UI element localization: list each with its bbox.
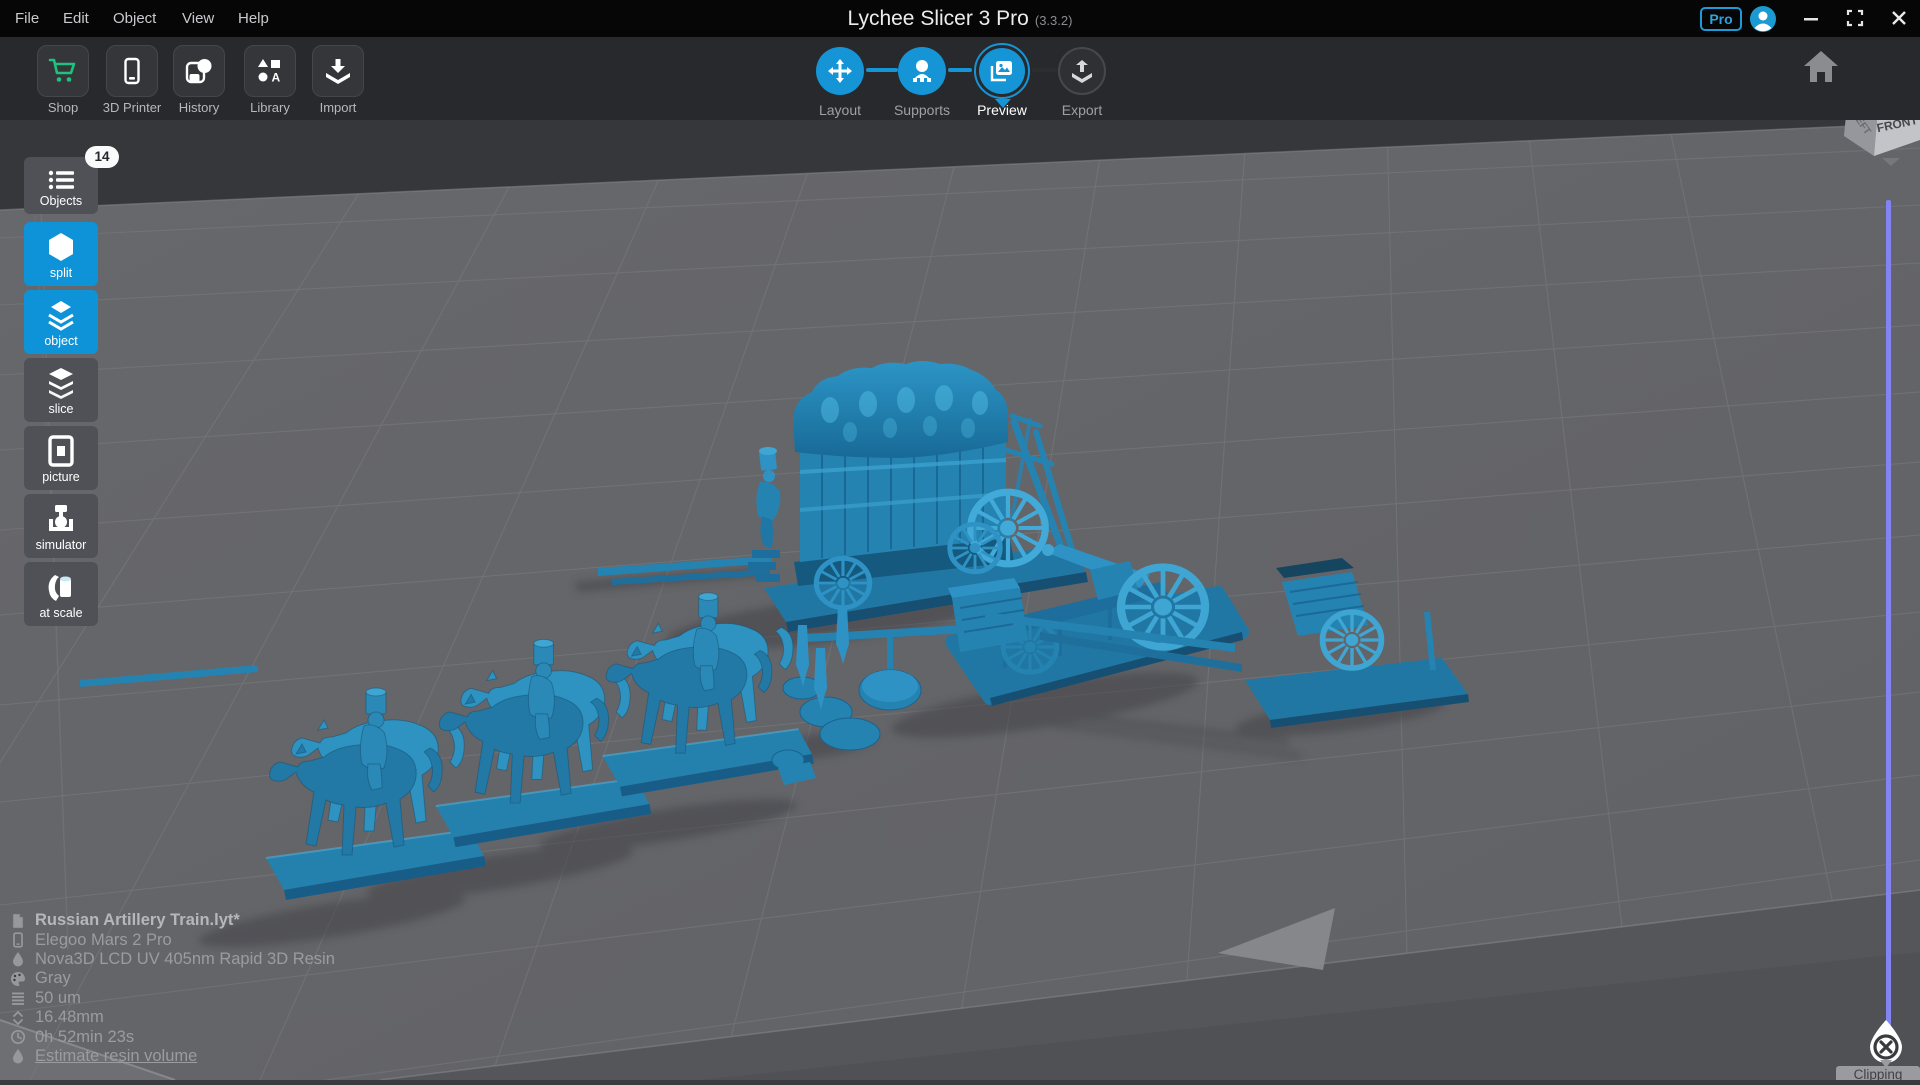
resin-icon <box>10 951 26 967</box>
tool-simulator-label: simulator <box>36 538 87 552</box>
shop-button[interactable] <box>37 45 89 97</box>
tool-split-label: split <box>50 266 72 280</box>
split-icon <box>46 231 76 263</box>
tool-slice-label: slice <box>48 402 73 416</box>
objects-label: Objects <box>40 194 82 208</box>
step-export-label: Export <box>1032 102 1132 118</box>
step-preview[interactable] <box>979 48 1025 94</box>
clipping-tooltip: Clipping <box>1836 1066 1920 1080</box>
title-bar: File Edit Object View Help Lychee Slicer… <box>0 0 1920 37</box>
tool-picture[interactable]: picture <box>24 426 98 490</box>
printer-icon <box>117 56 147 86</box>
objects-count-badge: 14 <box>85 146 119 168</box>
tool-picture-label: picture <box>42 470 80 484</box>
svg-text:A: A <box>272 71 281 85</box>
tool-object-label: object <box>44 334 77 348</box>
slice-icon <box>45 367 77 399</box>
objects-list-icon <box>48 169 74 191</box>
maximize-button[interactable] <box>1840 4 1870 32</box>
picture-icon <box>48 435 74 467</box>
print-time: 0h 52min 23s <box>35 1028 134 1047</box>
tool-at-scale-label: at scale <box>39 606 82 620</box>
clipping-slider[interactable] <box>1886 200 1891 1026</box>
import-icon <box>323 56 353 86</box>
simulator-icon <box>45 503 77 535</box>
close-button[interactable] <box>1884 4 1914 32</box>
tool-slice[interactable]: slice <box>24 358 98 422</box>
color-icon <box>10 971 26 987</box>
user-avatar-icon[interactable] <box>1750 6 1776 32</box>
tool-at-scale[interactable]: at scale <box>24 562 98 626</box>
library-icon: A <box>255 56 285 86</box>
print-summary: Russian Artillery Train.lyt* Elegoo Mars… <box>10 911 335 1066</box>
library-button[interactable]: A <box>244 45 296 97</box>
file-name: Russian Artillery Train.lyt* <box>35 911 240 930</box>
objects-button[interactable]: Objects <box>24 157 98 214</box>
printer-name: Elegoo Mars 2 Pro <box>35 931 172 950</box>
import-button[interactable] <box>312 45 364 97</box>
step-layout[interactable] <box>816 47 864 95</box>
tool-object[interactable]: object <box>24 290 98 354</box>
clipping-toggle-button[interactable] <box>1862 1018 1910 1068</box>
cube-dropdown-arrow[interactable] <box>1882 158 1900 166</box>
3d-printer-button[interactable] <box>106 45 158 97</box>
preview-icon <box>989 58 1015 84</box>
layer-height: 50 um <box>35 989 81 1008</box>
pro-badge[interactable]: Pro <box>1700 7 1742 31</box>
main-toolbar: A Shop 3D Printer History Library Import <box>0 37 1920 120</box>
step-export[interactable] <box>1058 47 1106 95</box>
model-height-icon <box>10 1010 26 1026</box>
printer-icon <box>10 932 26 948</box>
home-view-button[interactable] <box>1800 46 1842 88</box>
app-version: (3.3.2) <box>1035 13 1073 28</box>
cart-icon <box>48 56 78 86</box>
resin-color: Gray <box>35 969 71 988</box>
file-icon <box>10 913 26 929</box>
minimize-button[interactable] <box>1796 4 1826 32</box>
print-time-icon <box>10 1029 26 1045</box>
app-title: Lychee Slicer 3 Pro(3.3.2) <box>0 0 1920 37</box>
at-scale-icon <box>45 571 77 603</box>
tool-split[interactable]: split <box>24 222 98 286</box>
tool-simulator[interactable]: simulator <box>24 494 98 558</box>
history-icon <box>184 56 214 86</box>
resin-name: Nova3D LCD UV 405nm Rapid 3D Resin <box>35 950 335 969</box>
export-icon <box>1069 58 1095 84</box>
layer-height-icon <box>10 990 26 1006</box>
volume-icon <box>10 1048 26 1064</box>
move-icon <box>827 58 853 84</box>
model-height: 16.48mm <box>35 1008 104 1027</box>
step-supports[interactable] <box>898 47 946 95</box>
estimate-resin-volume-link[interactable]: Estimate resin volume <box>35 1047 197 1066</box>
object-icon <box>45 299 77 331</box>
history-button[interactable] <box>173 45 225 97</box>
import-label: Import <box>293 100 383 115</box>
supports-icon <box>909 58 935 84</box>
